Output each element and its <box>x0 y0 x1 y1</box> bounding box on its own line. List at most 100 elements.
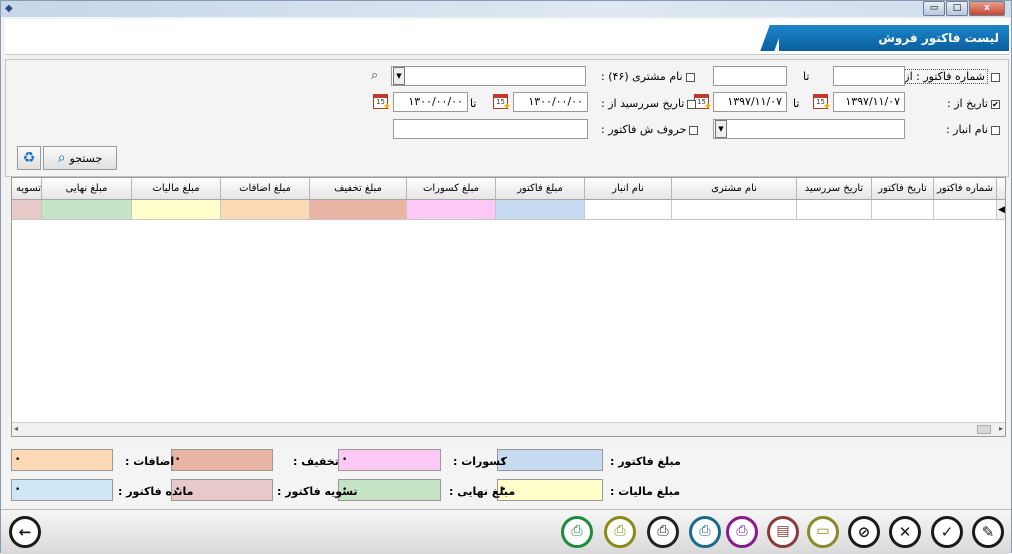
deductions-field: • <box>338 449 441 471</box>
print-icon[interactable]: ⎙ <box>647 516 679 548</box>
date-checkbox[interactable]: ✔ <box>991 99 1000 109</box>
invoice-grid[interactable]: شماره فاکتور تاریخ فاکتور تاریخ سررسید ن… <box>11 177 1006 437</box>
calendar-icon[interactable]: 15 ★ <box>811 92 831 112</box>
date-to-label: تا <box>793 97 800 110</box>
due-to-input[interactable]: ۱۳۰۰/۰۰/۰۰ <box>393 92 468 112</box>
scroll-left-arrow-icon[interactable]: ◂ <box>14 424 18 433</box>
print-icon[interactable]: ⎙ <box>689 516 721 548</box>
maximize-button[interactable]: □ <box>946 1 968 16</box>
app-window: ◆ ▭ □ x لیست فاکتور فروش شماره فاکتور : … <box>0 0 1012 554</box>
date-from-label: تاریخ از : <box>947 97 988 110</box>
table-cell[interactable] <box>407 200 496 220</box>
table-cell[interactable] <box>585 200 672 220</box>
invoice-to-label: تا <box>803 70 810 83</box>
additions-label: اضافات : <box>125 455 175 468</box>
app-icon: ◆ <box>5 3 13 14</box>
letters-checkbox[interactable] <box>689 125 699 135</box>
table-cell[interactable] <box>310 200 407 220</box>
column-header[interactable]: مبلغ کسورات <box>407 178 496 200</box>
customer-input[interactable] <box>391 66 586 86</box>
grid-corner <box>997 178 1005 200</box>
column-header[interactable]: تاریخ فاکتور <box>872 178 934 200</box>
customer-checkbox[interactable] <box>685 72 695 82</box>
invoice-to-input[interactable] <box>713 66 787 86</box>
horizontal-scrollbar[interactable]: ◂ ▸ <box>12 422 1005 436</box>
final-amount-label: مبلغ نهایی : <box>449 485 516 498</box>
remaining-label: مانده فاکتور : <box>118 485 194 498</box>
table-cell[interactable] <box>934 200 997 220</box>
deductions-label: کسورات : <box>453 455 507 468</box>
column-header[interactable]: مبلغ تخفیف <box>310 178 407 200</box>
letters-filter[interactable]: حروف ش فاکتور : <box>601 123 699 136</box>
form-header: لیست فاکتور فروش <box>5 19 1009 55</box>
card-payment-icon[interactable]: ▭ <box>807 516 839 548</box>
table-cell[interactable] <box>221 200 310 220</box>
print-icon[interactable]: ⎙ <box>726 516 758 548</box>
remaining-field: • <box>11 479 113 501</box>
invoice-from-input[interactable] <box>833 66 905 86</box>
additions-value: • <box>15 455 21 465</box>
invoice-number-filter[interactable]: شماره فاکتور : از <box>901 69 1000 84</box>
cancel-icon[interactable]: ✕ <box>889 516 921 548</box>
date-from-input[interactable]: ۱۳۹۷/۱۱/۰۷ <box>833 92 905 112</box>
customer-dropdown-button[interactable]: ▼ <box>393 67 405 85</box>
date-filter[interactable]: ✔تاریخ از : <box>947 97 1000 110</box>
column-header[interactable]: تاریخ سررسید <box>797 178 872 200</box>
discount-label: تخفیف : <box>293 455 339 468</box>
row-indicator[interactable]: ◀ <box>997 200 1005 220</box>
search-icon: ⌕ <box>57 150 66 166</box>
table-cell[interactable] <box>872 200 934 220</box>
discount-field: • <box>171 449 273 471</box>
search-button[interactable]: ⌕ جستجو <box>43 146 117 170</box>
calendar-icon[interactable]: 15 ★ <box>371 92 391 112</box>
additions-field: • <box>11 449 113 471</box>
table-cell[interactable] <box>496 200 585 220</box>
form-title: لیست فاکتور فروش <box>779 25 1009 51</box>
table-cell[interactable] <box>672 200 797 220</box>
print-icon[interactable]: ⎙ <box>561 516 593 548</box>
report-icon[interactable]: ▤ <box>767 516 799 548</box>
table-cell[interactable] <box>797 200 872 220</box>
column-header[interactable]: مبلغ اضافات <box>221 178 310 200</box>
column-header[interactable]: مبلغ فاکتور <box>496 178 585 200</box>
filter-panel: شماره فاکتور : از تا نام مشتری (۴۶) : ▼ … <box>5 59 1009 177</box>
table-cell[interactable] <box>12 200 42 220</box>
print-icon[interactable]: ⎙ <box>604 516 636 548</box>
edit-icon[interactable]: ✎ <box>972 516 1004 548</box>
magnifier-icon[interactable]: ⌕ <box>371 68 378 83</box>
scroll-right-arrow-icon[interactable]: ▸ <box>999 424 1003 433</box>
table-cell[interactable] <box>42 200 132 220</box>
column-header[interactable]: تسویه ف <box>12 178 42 200</box>
scroll-thumb[interactable] <box>977 425 991 434</box>
customer-filter[interactable]: نام مشتری (۴۶) : <box>601 70 695 83</box>
column-header[interactable]: نام مشتری <box>672 178 797 200</box>
attachment-icon[interactable]: ⊘ <box>848 516 880 548</box>
date-to-input[interactable]: ۱۳۹۷/۱۱/۰۷ <box>713 92 787 112</box>
due-date-filter[interactable]: تاریخ سررسید از : <box>601 97 697 110</box>
letters-label: حروف ش فاکتور : <box>601 123 687 136</box>
column-header[interactable]: نام انبار <box>585 178 672 200</box>
back-arrow-icon[interactable]: ← <box>9 516 41 548</box>
tax-label: مبلغ مالیات : <box>610 485 681 498</box>
warehouse-checkbox[interactable] <box>991 125 1000 135</box>
warehouse-filter[interactable]: نام انبار : <box>946 123 1000 136</box>
calendar-icon[interactable]: 15 ★ <box>491 92 511 112</box>
letters-input[interactable] <box>393 119 588 139</box>
due-from-input[interactable]: ۱۳۰۰/۰۰/۰۰ <box>513 92 588 112</box>
column-header[interactable]: مبلغ مالیات <box>132 178 221 200</box>
confirm-icon[interactable]: ✓ <box>931 516 963 548</box>
close-window-button[interactable]: x <box>969 1 1005 16</box>
invoice-amount-label: مبلغ فاکتور : <box>610 455 681 468</box>
recycle-icon: ♻ <box>22 150 36 166</box>
column-header[interactable]: مبلغ نهایی <box>42 178 132 200</box>
column-header[interactable]: شماره فاکتور <box>934 178 997 200</box>
minimize-button[interactable]: ▭ <box>923 1 945 16</box>
refresh-button[interactable]: ♻ <box>17 146 41 170</box>
invoice-number-checkbox[interactable] <box>991 72 1000 82</box>
customer-label: نام مشتری (۴۶) : <box>601 70 683 83</box>
remaining-value: • <box>15 485 21 495</box>
table-cell[interactable] <box>132 200 221 220</box>
warehouse-dropdown-button[interactable]: ▼ <box>715 120 727 138</box>
warehouse-input[interactable] <box>713 119 905 139</box>
due-date-checkbox[interactable] <box>687 99 697 109</box>
